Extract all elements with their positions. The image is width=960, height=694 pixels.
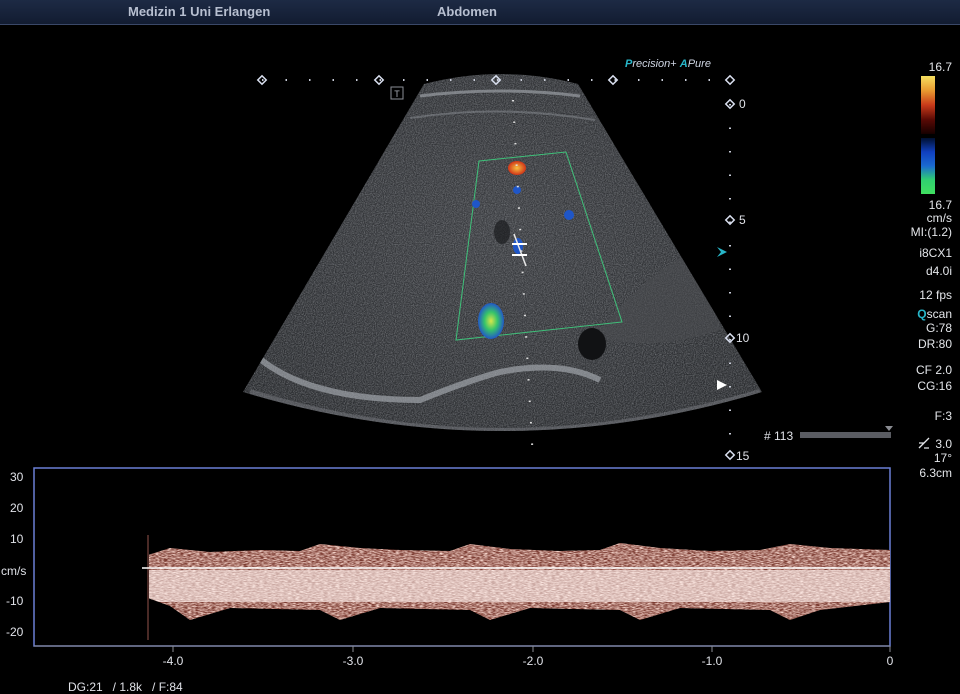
depth-label: 0 (739, 97, 746, 111)
mechanical-index: MI:(1.2) (910, 225, 952, 239)
dynamic-range: DR:80 (917, 337, 952, 351)
doppler-spectrum (33, 467, 891, 647)
gate-size: 3.0 (918, 437, 952, 451)
time-tick: 0 (886, 654, 894, 668)
color-gain: CG:16 (917, 379, 952, 393)
cine-marker-icon (885, 426, 893, 431)
focus-marker-icon (717, 247, 727, 257)
transducer-orientation-icon: T (394, 89, 400, 99)
depth-label: 10 (736, 331, 750, 345)
harmonic-frequency: d4.0i (925, 264, 952, 278)
transducer-name: i8CX1 (919, 246, 952, 260)
depth-label: 5 (739, 213, 746, 227)
frame-number: # 113 (764, 429, 794, 443)
focus-number: F:3 (934, 409, 952, 423)
color-bar-max: 16.7 (928, 60, 952, 74)
time-tick: -4.0 (162, 654, 184, 668)
time-tick: -3.0 (342, 654, 364, 668)
angle-correction-icon (918, 437, 930, 449)
gain: G:78 (925, 321, 952, 335)
color-frequency: CF 2.0 (915, 363, 952, 377)
frame-rate: 12 fps (919, 288, 952, 302)
color-velocity-bar-positive (921, 76, 935, 134)
color-bar-unit: cm/s (926, 211, 952, 225)
qscan-label: Qscan (917, 307, 952, 321)
cine-scroll-bar[interactable] (800, 432, 891, 438)
color-velocity-bar-negative (921, 138, 935, 194)
doppler-settings: DG:21 / 1.8k / F:84 (68, 680, 183, 694)
time-tick: -1.0 (701, 654, 723, 668)
color-bar-min: 16.7 (928, 198, 952, 212)
b-mode-image: T (243, 74, 762, 461)
time-axis (34, 645, 891, 652)
time-tick: -2.0 (522, 654, 544, 668)
